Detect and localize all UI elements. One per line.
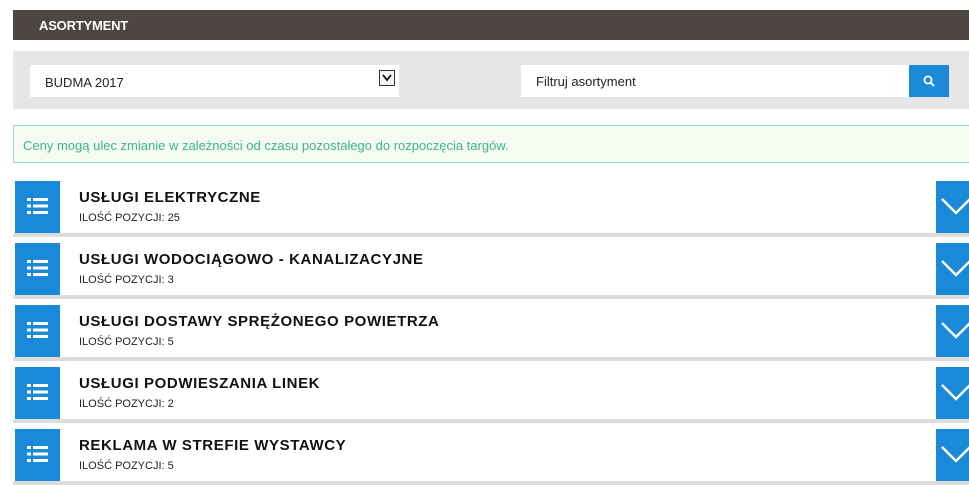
expand-toggle-button[interactable]	[936, 181, 969, 233]
event-select[interactable]: BUDMA 2017	[30, 65, 399, 97]
search-button[interactable]	[909, 65, 949, 97]
expand-toggle-button[interactable]	[936, 305, 969, 357]
section-title: ASORTYMENT	[39, 18, 129, 33]
category-count: ILOŚĆ POZYCJI: 25	[79, 212, 180, 224]
category-count: ILOŚĆ POZYCJI: 2	[79, 398, 174, 410]
category-row[interactable]: USŁUGI WODOCIĄGOWO - KANALIZACYJNE ILOŚĆ …	[13, 243, 969, 299]
chevron-down-icon	[941, 446, 969, 463]
category-title: USŁUGI PODWIESZANIA LINEK	[79, 375, 321, 392]
expand-toggle-button[interactable]	[936, 367, 969, 419]
chevron-down-icon	[941, 260, 969, 277]
category-title: REKLAMA W STREFIE WYSTAWCY	[79, 437, 347, 454]
chevron-down-icon	[941, 198, 969, 215]
list-icon[interactable]	[15, 367, 60, 419]
category-title: USŁUGI DOSTAWY SPRĘŻONEGO POWIETRZA	[79, 313, 440, 330]
category-row[interactable]: REKLAMA W STREFIE WYSTAWCY ILOŚĆ POZYCJI:…	[13, 429, 969, 485]
list-icon[interactable]	[15, 429, 60, 481]
event-select-value: BUDMA 2017	[45, 75, 124, 90]
category-title: USŁUGI ELEKTRYCZNE	[79, 189, 261, 206]
category-count: ILOŚĆ POZYCJI: 5	[79, 336, 174, 348]
list-icon[interactable]	[15, 305, 60, 357]
expand-toggle-button[interactable]	[936, 243, 969, 295]
search-input[interactable]	[521, 65, 909, 97]
chevron-down-icon	[941, 384, 969, 401]
category-count: ILOŚĆ POZYCJI: 5	[79, 460, 174, 472]
category-title: USŁUGI WODOCIĄGOWO - KANALIZACYJNE	[79, 251, 424, 268]
expand-toggle-button[interactable]	[936, 429, 969, 481]
list-icon[interactable]	[15, 181, 60, 233]
section-header: ASORTYMENT	[13, 10, 969, 40]
category-count: ILOŚĆ POZYCJI: 3	[79, 274, 174, 286]
filter-panel: BUDMA 2017	[13, 51, 969, 109]
price-notice: Ceny mogą ulec zmianie w zależności od c…	[13, 125, 969, 163]
category-row[interactable]: USŁUGI ELEKTRYCZNE ILOŚĆ POZYCJI: 25	[13, 181, 969, 237]
price-notice-text: Ceny mogą ulec zmianie w zależności od c…	[23, 138, 509, 153]
search-icon	[923, 75, 935, 87]
chevron-down-icon	[941, 322, 969, 339]
list-icon[interactable]	[15, 243, 60, 295]
category-row[interactable]: USŁUGI DOSTAWY SPRĘŻONEGO POWIETRZA ILOŚĆ…	[13, 305, 969, 361]
chevron-down-icon[interactable]	[379, 70, 395, 86]
category-row[interactable]: USŁUGI PODWIESZANIA LINEK ILOŚĆ POZYCJI: …	[13, 367, 969, 423]
